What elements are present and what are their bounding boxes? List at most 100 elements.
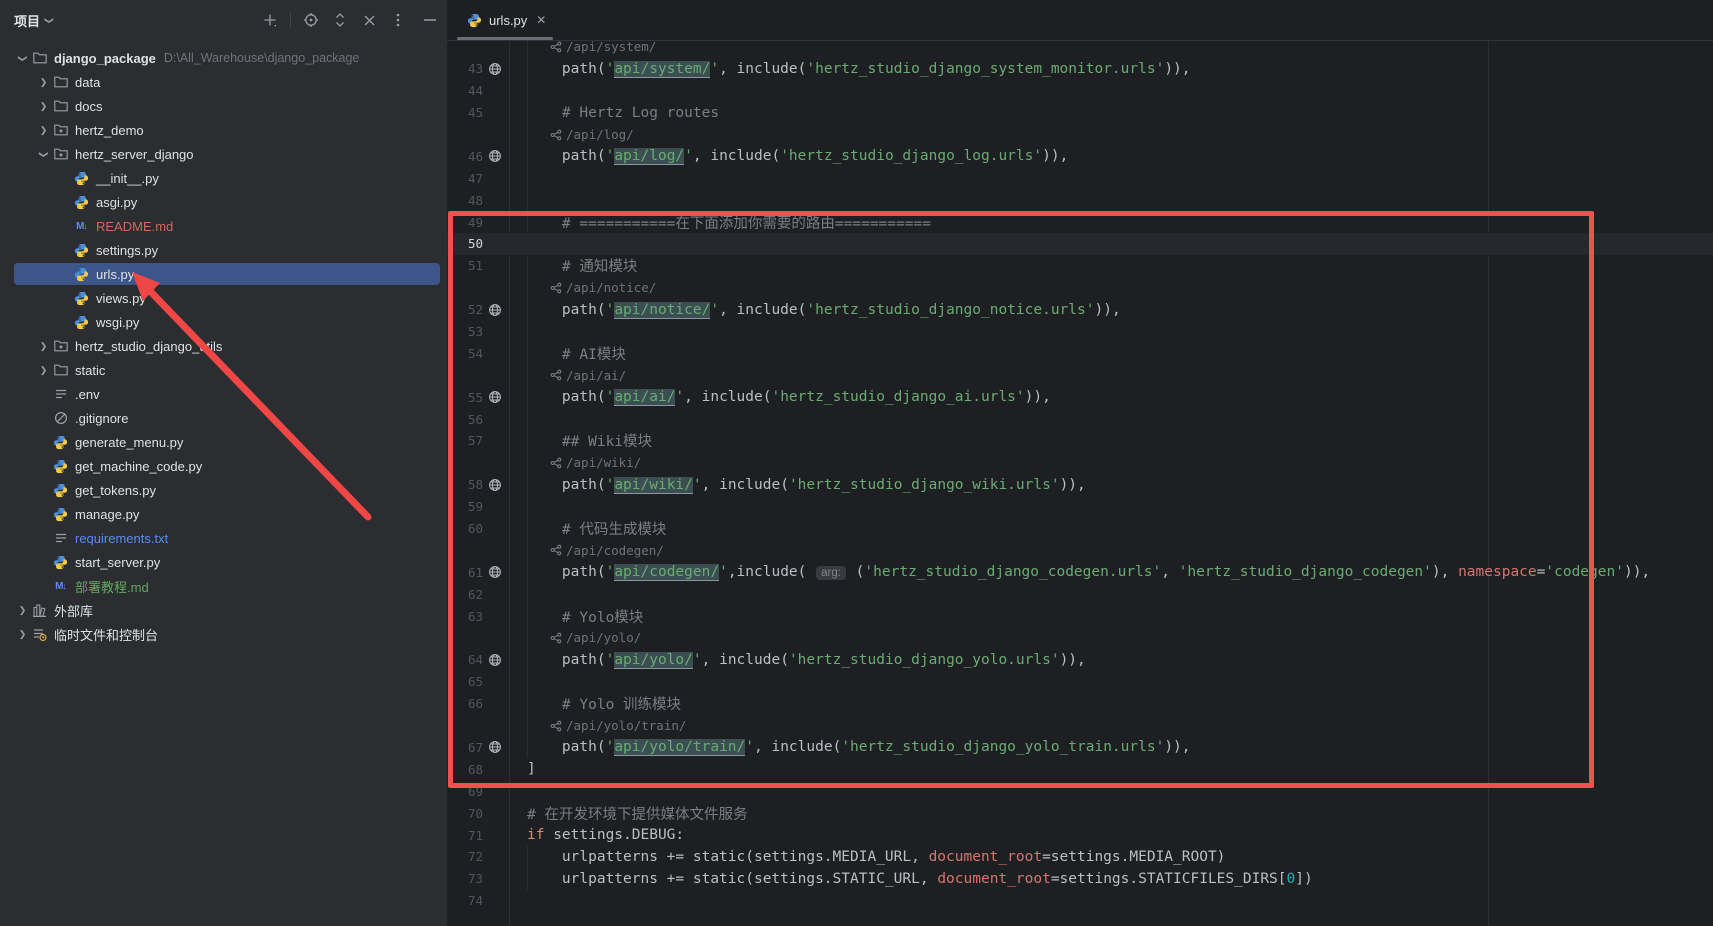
inlay-hint-row[interactable]: /api/yolo/ xyxy=(447,627,1713,649)
line-number[interactable]: 62 xyxy=(447,587,483,602)
code-line-50[interactable]: 50 xyxy=(447,233,1713,255)
inlay-hint-row[interactable]: /api/yolo/train/ xyxy=(447,715,1713,737)
expand-collapse-icon[interactable] xyxy=(331,11,349,29)
chevron-right-icon[interactable]: ❯ xyxy=(14,629,31,640)
line-number[interactable]: 69 xyxy=(447,784,483,799)
tree-item-requirements.txt[interactable]: requirements.txt xyxy=(0,526,447,550)
line-number[interactable]: 63 xyxy=(447,609,483,624)
url-globe-icon[interactable] xyxy=(483,303,507,317)
line-number[interactable]: 61 xyxy=(447,565,483,580)
line-number[interactable]: 50 xyxy=(447,236,483,251)
line-number[interactable]: 46 xyxy=(447,149,483,164)
line-number[interactable]: 71 xyxy=(447,828,483,843)
tree-item-README.md[interactable]: M↓README.md xyxy=(0,214,447,238)
line-number[interactable]: 57 xyxy=(447,433,483,448)
url-globe-icon[interactable] xyxy=(483,478,507,492)
url-globe-icon[interactable] xyxy=(483,565,507,579)
code-line-54[interactable]: 54 # AI模块 xyxy=(447,342,1713,364)
chevron-down-icon[interactable]: ❯ xyxy=(17,50,28,67)
tree-item-docs[interactable]: ❯docs xyxy=(0,94,447,118)
code-line-47[interactable]: 47 xyxy=(447,167,1713,189)
tree-item-start_server.py[interactable]: start_server.py xyxy=(0,550,447,574)
line-number[interactable]: 65 xyxy=(447,674,483,689)
editor-rows[interactable]: /api/system/43 path('api/system/', inclu… xyxy=(447,36,1713,912)
code-line-56[interactable]: 56 xyxy=(447,408,1713,430)
code-line-43[interactable]: 43 path('api/system/', include('hertz_st… xyxy=(447,58,1713,80)
tab-urls-py[interactable]: urls.py ✕ xyxy=(454,0,556,40)
url-globe-icon[interactable] xyxy=(483,149,507,163)
code-line-58[interactable]: 58 path('api/wiki/', include('hertz_stud… xyxy=(447,474,1713,496)
url-globe-icon[interactable] xyxy=(483,653,507,667)
url-globe-icon[interactable] xyxy=(483,390,507,404)
chevron-right-icon[interactable]: ❯ xyxy=(35,77,52,88)
tree-item-asgi.py[interactable]: asgi.py xyxy=(0,190,447,214)
tab-close-icon[interactable]: ✕ xyxy=(536,13,546,27)
locate-file-icon[interactable] xyxy=(302,11,320,29)
line-number[interactable]: 47 xyxy=(447,171,483,186)
line-number[interactable]: 45 xyxy=(447,105,483,120)
code-line-59[interactable]: 59 xyxy=(447,496,1713,518)
tree-item-外部库[interactable]: ❯外部库 xyxy=(0,598,447,622)
code-line-53[interactable]: 53 xyxy=(447,321,1713,343)
inlay-hint-row[interactable]: /api/notice/ xyxy=(447,277,1713,299)
inlay-hint-row[interactable]: /api/log/ xyxy=(447,124,1713,146)
tree-item-get_tokens.py[interactable]: get_tokens.py xyxy=(0,478,447,502)
code-line-49[interactable]: 49 # ===========在下面添加你需要的路由=========== xyxy=(447,211,1713,233)
code-line-66[interactable]: 66 # Yolo 训练模块 xyxy=(447,693,1713,715)
line-number[interactable]: 49 xyxy=(447,215,483,230)
tree-item-get_machine_code.py[interactable]: get_machine_code.py xyxy=(0,454,447,478)
code-line-55[interactable]: 55 path('api/ai/', include('hertz_studio… xyxy=(447,386,1713,408)
code-line-48[interactable]: 48 xyxy=(447,189,1713,211)
line-number[interactable]: 43 xyxy=(447,61,483,76)
tree-item-wsgi.py[interactable]: wsgi.py xyxy=(0,310,447,334)
chevron-right-icon[interactable]: ❯ xyxy=(35,341,52,352)
line-number[interactable]: 67 xyxy=(447,740,483,755)
line-number[interactable]: 58 xyxy=(447,477,483,492)
chevron-down-icon[interactable]: ❯ xyxy=(43,16,54,24)
code-line-71[interactable]: 71if settings.DEBUG: xyxy=(447,824,1713,846)
tree-item-__init__.py[interactable]: __init__.py xyxy=(0,166,447,190)
tree-item-views.py[interactable]: views.py xyxy=(0,286,447,310)
code-line-45[interactable]: 45 # Hertz Log routes xyxy=(447,102,1713,124)
line-number[interactable]: 59 xyxy=(447,499,483,514)
code-line-72[interactable]: 72 urlpatterns += static(settings.MEDIA_… xyxy=(447,846,1713,868)
code-line-65[interactable]: 65 xyxy=(447,671,1713,693)
code-line-61[interactable]: 61 path('api/codegen/',include( arg: ('h… xyxy=(447,561,1713,583)
code-line-62[interactable]: 62 xyxy=(447,583,1713,605)
inlay-hint-row[interactable]: /api/wiki/ xyxy=(447,452,1713,474)
tree-item-static[interactable]: ❯static xyxy=(0,358,447,382)
line-number[interactable]: 51 xyxy=(447,258,483,273)
code-line-64[interactable]: 64 path('api/yolo/', include('hertz_stud… xyxy=(447,649,1713,671)
code-line-70[interactable]: 70# 在开发环境下提供媒体文件服务 xyxy=(447,802,1713,824)
tree-item-.gitignore[interactable]: .gitignore xyxy=(0,406,447,430)
line-number[interactable]: 52 xyxy=(447,302,483,317)
code-line-60[interactable]: 60 # 代码生成模块 xyxy=(447,518,1713,540)
project-tree[interactable]: ❯django_packageD:\All_Warehouse\django_p… xyxy=(0,46,447,646)
tree-item-临时文件和控制台[interactable]: ❯临时文件和控制台 xyxy=(0,622,447,646)
line-number[interactable]: 73 xyxy=(447,871,483,886)
line-number[interactable]: 66 xyxy=(447,696,483,711)
more-options-icon[interactable] xyxy=(389,11,407,29)
code-line-63[interactable]: 63 # Yolo模块 xyxy=(447,605,1713,627)
tree-item-urls.py[interactable]: urls.py xyxy=(0,262,447,286)
chevron-right-icon[interactable]: ❯ xyxy=(35,125,52,136)
line-number[interactable]: 70 xyxy=(447,806,483,821)
tree-item-hertz_studio_django_utils[interactable]: ❯hertz_studio_django_utils xyxy=(0,334,447,358)
code-line-73[interactable]: 73 urlpatterns += static(settings.STATIC… xyxy=(447,868,1713,890)
chevron-right-icon[interactable]: ❯ xyxy=(35,365,52,376)
code-line-51[interactable]: 51 # 通知模块 xyxy=(447,255,1713,277)
chevron-right-icon[interactable]: ❯ xyxy=(35,101,52,112)
code-line-67[interactable]: 67 path('api/yolo/train/', include('hert… xyxy=(447,737,1713,759)
line-number[interactable]: 55 xyxy=(447,390,483,405)
url-globe-icon[interactable] xyxy=(483,62,507,76)
tree-item-settings.py[interactable]: settings.py xyxy=(0,238,447,262)
line-number[interactable]: 72 xyxy=(447,849,483,864)
line-number[interactable]: 53 xyxy=(447,324,483,339)
line-number[interactable]: 54 xyxy=(447,346,483,361)
inlay-hint-row[interactable]: /api/codegen/ xyxy=(447,539,1713,561)
tree-item-django_package[interactable]: ❯django_packageD:\All_Warehouse\django_p… xyxy=(0,46,447,70)
url-globe-icon[interactable] xyxy=(483,740,507,754)
panel-title[interactable]: 项目 xyxy=(14,11,40,30)
tree-item-generate_menu.py[interactable]: generate_menu.py xyxy=(0,430,447,454)
line-number[interactable]: 68 xyxy=(447,762,483,777)
